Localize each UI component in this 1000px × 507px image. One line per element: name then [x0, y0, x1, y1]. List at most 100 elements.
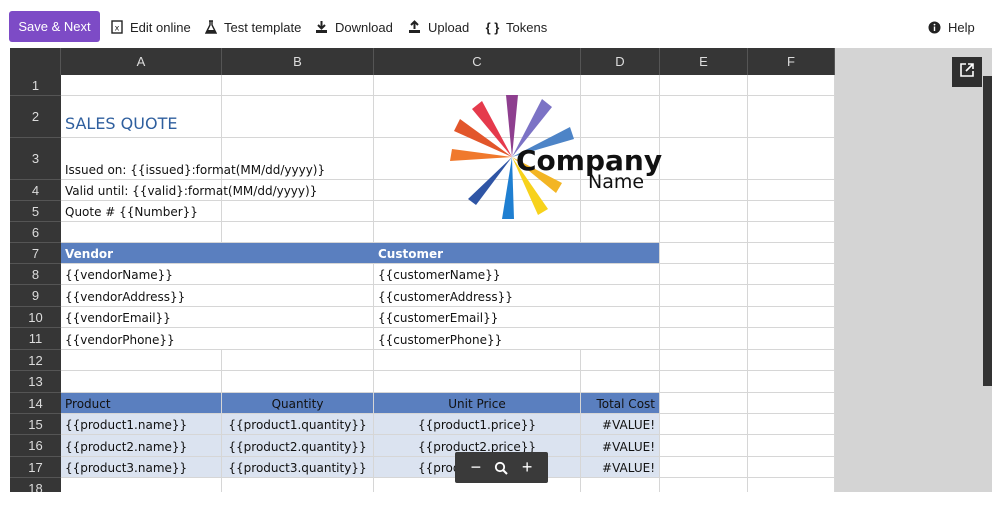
row-header-8[interactable]: 8: [10, 264, 61, 285]
column-header-a[interactable]: A: [61, 48, 222, 75]
row-header-12[interactable]: 12: [10, 350, 61, 371]
open-external-button[interactable]: [952, 57, 982, 87]
cell-d12[interactable]: [581, 350, 660, 371]
customer-address-cell[interactable]: {{customerAddress}}: [374, 285, 660, 307]
cell-e14[interactable]: [660, 393, 748, 414]
cell-f3[interactable]: [748, 138, 835, 180]
cell-c12[interactable]: [374, 350, 581, 371]
cell-a13[interactable]: [61, 371, 222, 393]
cell-f14[interactable]: [748, 393, 835, 414]
cell-e3[interactable]: [660, 138, 748, 180]
row-header-6[interactable]: 6: [10, 222, 61, 243]
upload-button[interactable]: Upload: [408, 17, 469, 37]
cell-d18[interactable]: [581, 478, 660, 492]
sales-quote-title[interactable]: SALES QUOTE: [61, 96, 222, 138]
cell-f4[interactable]: [748, 180, 835, 201]
cell-f12[interactable]: [748, 350, 835, 371]
row-header-13[interactable]: 13: [10, 371, 61, 393]
tokens-button[interactable]: { } Tokens: [486, 17, 548, 37]
cell-f7[interactable]: [748, 243, 835, 264]
cell-f13[interactable]: [748, 371, 835, 393]
cell-f16[interactable]: [748, 435, 835, 457]
cell-b4[interactable]: [222, 180, 374, 201]
edit-online-button[interactable]: x Edit online: [110, 17, 191, 37]
cell-e11[interactable]: [660, 328, 748, 350]
download-button[interactable]: Download: [315, 17, 393, 37]
table-row-cell[interactable]: {{product1.name}}: [61, 414, 222, 435]
cell-b12[interactable]: [222, 350, 374, 371]
row-header-7[interactable]: 7: [10, 243, 61, 264]
vendor-email-cell[interactable]: {{vendorEmail}}: [61, 307, 374, 328]
save-next-button[interactable]: Save & Next: [9, 11, 100, 42]
vendor-name-cell[interactable]: {{vendorName}}: [61, 264, 374, 285]
table-row-cell[interactable]: {{product1.quantity}}: [222, 414, 374, 435]
cell-f18[interactable]: [748, 478, 835, 492]
cell-e9[interactable]: [660, 285, 748, 307]
valid-until-cell[interactable]: Valid until: {{valid}:format(MM/dd/yyyy)…: [61, 180, 317, 201]
cell-f1[interactable]: [748, 75, 835, 96]
cell-b3[interactable]: [222, 138, 374, 180]
vertical-scrollbar[interactable]: [983, 76, 992, 386]
cell-c6[interactable]: [374, 222, 581, 243]
column-header-f[interactable]: F: [748, 48, 835, 75]
table-row-cell[interactable]: #VALUE!: [581, 457, 660, 478]
zoom-out-button[interactable]: −: [466, 457, 486, 478]
row-header-1[interactable]: 1: [10, 75, 61, 96]
cell-e1[interactable]: [660, 75, 748, 96]
cell-e2[interactable]: [660, 96, 748, 138]
cell-e15[interactable]: [660, 414, 748, 435]
row-header-5[interactable]: 5: [10, 201, 61, 222]
issued-on-cell[interactable]: Issued on: {{issued}:format(MM/dd/yyyy)}: [61, 138, 325, 180]
table-row-cell[interactable]: #VALUE!: [581, 414, 660, 435]
cell-b18[interactable]: [222, 478, 374, 492]
cell-e13[interactable]: [660, 371, 748, 393]
cell-c13[interactable]: [374, 371, 581, 393]
customer-phone-cell[interactable]: {{customerPhone}}: [374, 328, 660, 350]
table-row-cell[interactable]: {{product3.name}}: [61, 457, 222, 478]
cell-e6[interactable]: [660, 222, 748, 243]
cell-a18[interactable]: [61, 478, 222, 492]
table-row-cell[interactable]: #VALUE!: [581, 435, 660, 457]
row-header-17[interactable]: 17: [10, 457, 61, 478]
cell-a6[interactable]: [61, 222, 222, 243]
cell-e17[interactable]: [660, 457, 748, 478]
row-header-16[interactable]: 16: [10, 435, 61, 457]
cell-b5[interactable]: [222, 201, 374, 222]
cell-a12[interactable]: [61, 350, 222, 371]
cell-f9[interactable]: [748, 285, 835, 307]
cell-b6[interactable]: [222, 222, 374, 243]
cell-e12[interactable]: [660, 350, 748, 371]
cell-e16[interactable]: [660, 435, 748, 457]
cell-f10[interactable]: [748, 307, 835, 328]
row-header-9[interactable]: 9: [10, 285, 61, 307]
cell-a1[interactable]: [61, 75, 222, 96]
table-row-cell[interactable]: {{product2.name}}: [61, 435, 222, 457]
cell-f2[interactable]: [748, 96, 835, 138]
cell-d13[interactable]: [581, 371, 660, 393]
cell-d6[interactable]: [581, 222, 660, 243]
cell-e18[interactable]: [660, 478, 748, 492]
row-header-18[interactable]: 18: [10, 478, 61, 492]
column-header-c[interactable]: C: [374, 48, 581, 75]
cell-e4[interactable]: [660, 180, 748, 201]
row-header-3[interactable]: 3: [10, 138, 61, 180]
column-header-e[interactable]: E: [660, 48, 748, 75]
cell-f15[interactable]: [748, 414, 835, 435]
row-header-11[interactable]: 11: [10, 328, 61, 350]
cell-f5[interactable]: [748, 201, 835, 222]
vendor-phone-cell[interactable]: {{vendorPhone}}: [61, 328, 374, 350]
quantity-header[interactable]: Quantity: [222, 393, 374, 414]
total-cost-header[interactable]: Total Cost: [581, 393, 660, 414]
cell-f17[interactable]: [748, 457, 835, 478]
product-header[interactable]: Product: [61, 393, 222, 414]
customer-email-cell[interactable]: {{customerEmail}}: [374, 307, 660, 328]
table-row-cell[interactable]: {{product2.quantity}}: [222, 435, 374, 457]
zoom-reset-button[interactable]: [491, 461, 511, 475]
table-row-cell[interactable]: {{product1.price}}: [374, 414, 581, 435]
cell-b13[interactable]: [222, 371, 374, 393]
vendor-address-cell[interactable]: {{vendorAddress}}: [61, 285, 374, 307]
cell-e10[interactable]: [660, 307, 748, 328]
vendor-header[interactable]: Vendor: [61, 243, 374, 264]
column-header-d[interactable]: D: [581, 48, 660, 75]
row-header-10[interactable]: 10: [10, 307, 61, 328]
